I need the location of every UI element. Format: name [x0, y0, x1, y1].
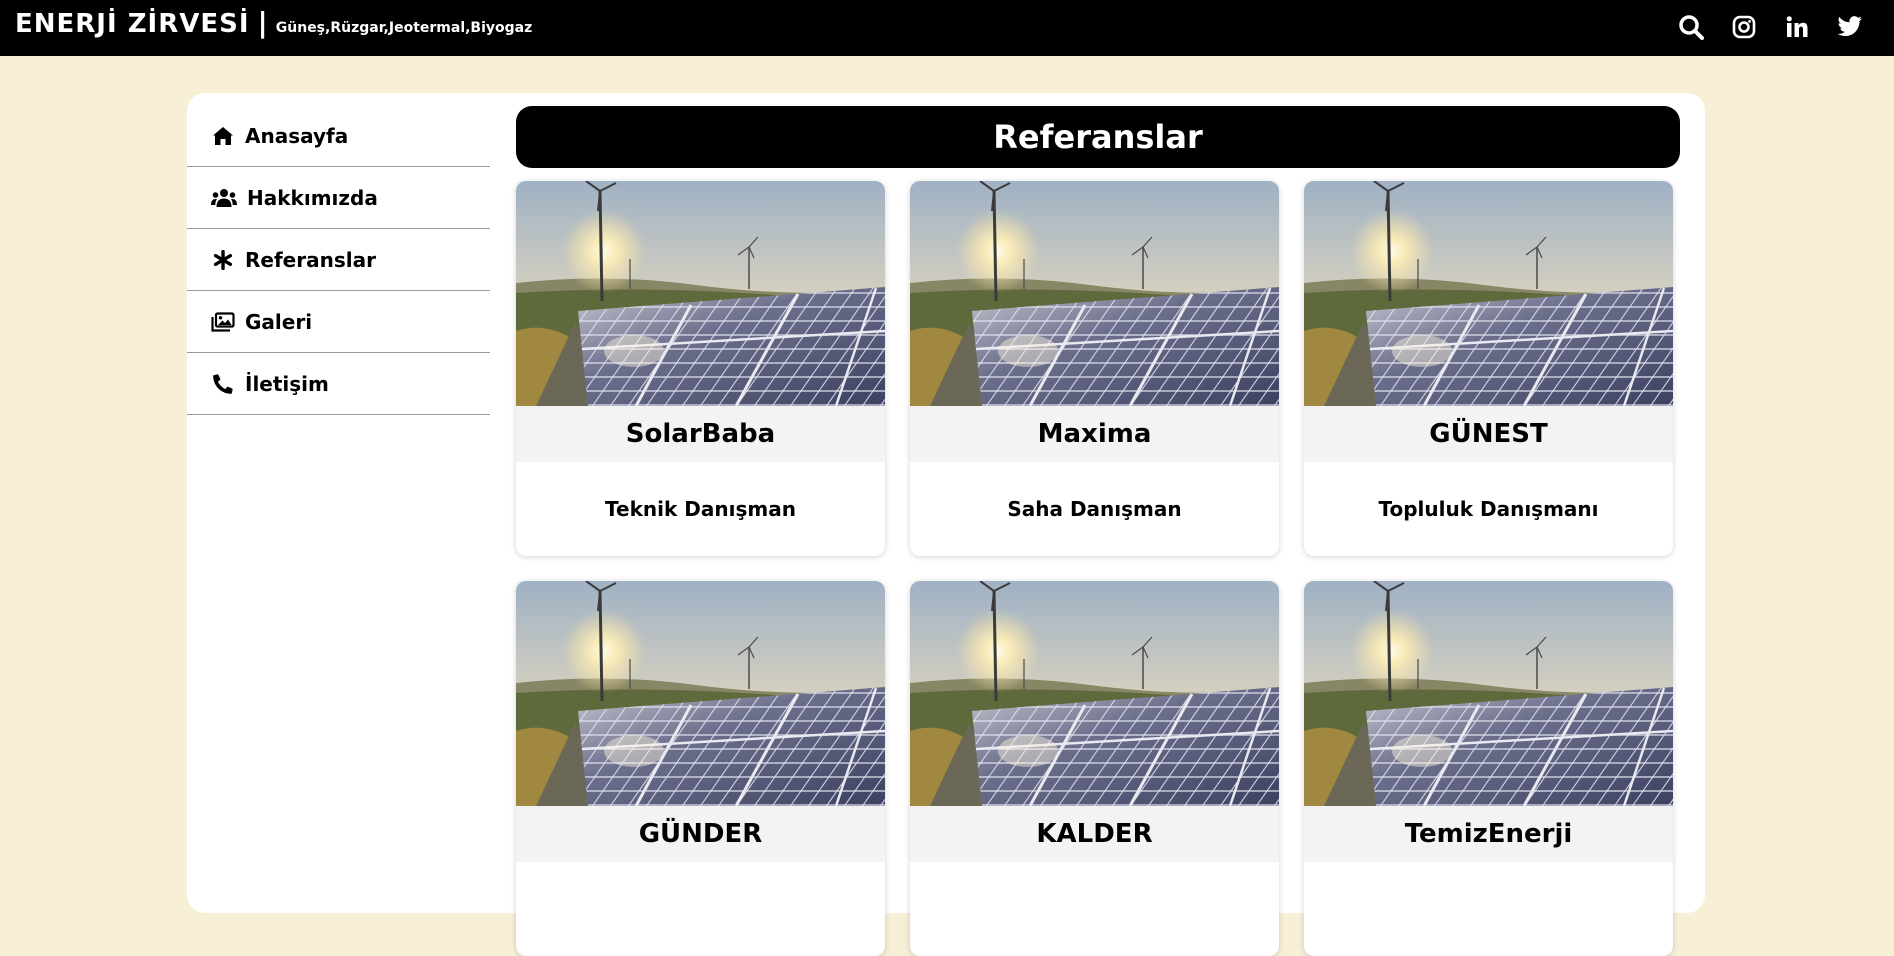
reference-role: [516, 862, 885, 956]
reference-role: [1304, 862, 1673, 956]
solar-panel-image: [910, 181, 1279, 406]
instagram-icon[interactable]: [1730, 13, 1758, 41]
sidebar-item-referanslar[interactable]: Referanslar: [187, 229, 490, 291]
asterisk-icon: [211, 249, 235, 271]
brand[interactable]: ENERJİ ZİRVESİ | Güneş,Rüzgar,Jeotermal,…: [15, 6, 532, 42]
sidebar-item-hakkimizda[interactable]: Hakkımızda: [187, 167, 490, 229]
reference-card[interactable]: KALDER: [910, 581, 1279, 956]
sidebar-item-label: İletişim: [245, 371, 329, 396]
sidebar-item-galeri[interactable]: Galeri: [187, 291, 490, 353]
reference-role: Saha Danışman: [1007, 497, 1182, 521]
users-icon: [211, 187, 237, 209]
content-panel: Anasayfa Hakkımızda Referanslar Galeri İ…: [187, 93, 1705, 956]
reference-name: Maxima: [910, 406, 1279, 462]
reference-card[interactable]: GÜNDER: [516, 581, 885, 956]
reference-card[interactable]: Maxima Saha Danışman: [910, 181, 1279, 556]
linkedin-icon[interactable]: [1783, 13, 1811, 41]
sidebar-item-label: Anasayfa: [245, 123, 349, 148]
phone-icon: [211, 373, 235, 395]
sidebar-item-anasayfa[interactable]: Anasayfa: [187, 105, 490, 167]
solar-panel-image: [910, 581, 1279, 806]
solar-panel-image: [1304, 181, 1673, 406]
brand-subtitle: Güneş,Rüzgar,Jeotermal,Biyogaz: [275, 20, 533, 36]
solar-panel-image: [516, 581, 885, 806]
reference-name: KALDER: [910, 806, 1279, 862]
reference-card[interactable]: SolarBaba Teknik Danışman: [516, 181, 885, 556]
home-icon: [211, 125, 235, 147]
sidebar: Anasayfa Hakkımızda Referanslar Galeri İ…: [187, 105, 490, 415]
reference-name: GÜNDER: [516, 806, 885, 862]
sidebar-item-label: Galeri: [245, 309, 313, 334]
search-icon[interactable]: [1677, 13, 1705, 41]
top-navbar: ENERJİ ZİRVESİ | Güneş,Rüzgar,Jeotermal,…: [0, 0, 1894, 56]
brand-title: ENERJİ ZİRVESİ: [15, 9, 250, 39]
reference-role: Topluluk Danışmanı: [1378, 497, 1599, 521]
sidebar-item-label: Hakkımızda: [247, 185, 378, 210]
reference-name: TemizEnerji: [1304, 806, 1673, 862]
header-icons: [1677, 8, 1864, 46]
twitter-icon[interactable]: [1836, 13, 1864, 41]
reference-card[interactable]: GÜNEST Topluluk Danışmanı: [1304, 181, 1673, 556]
reference-role: [910, 862, 1279, 956]
reference-role: Teknik Danışman: [605, 497, 796, 521]
solar-panel-image: [516, 181, 885, 406]
reference-name: SolarBaba: [516, 406, 885, 462]
sidebar-item-label: Referanslar: [245, 247, 376, 272]
solar-panel-image: [1304, 581, 1673, 806]
page-title: Referanslar: [516, 106, 1680, 168]
brand-separator: |: [257, 6, 268, 39]
sidebar-item-iletisim[interactable]: İletişim: [187, 353, 490, 415]
reference-name: GÜNEST: [1304, 406, 1673, 462]
images-icon: [211, 311, 235, 333]
reference-card[interactable]: TemizEnerji: [1304, 581, 1673, 956]
